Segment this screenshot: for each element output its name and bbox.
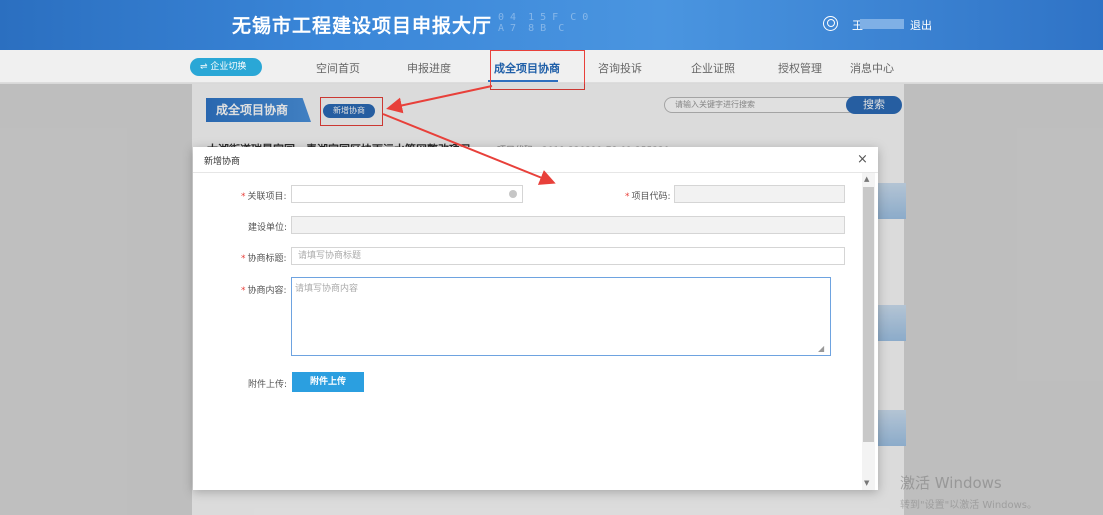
scrollbar-thumb[interactable] xyxy=(863,187,874,442)
nav-item-authorization[interactable]: 授权管理 xyxy=(778,60,822,76)
header-decoration: 0 4 1 5 F C 0 A 7 8 B C xyxy=(498,12,589,34)
content-textarea[interactable]: 请填写协商内容 xyxy=(291,277,831,356)
app-title: 无锡市工程建设项目申报大厅 xyxy=(232,15,493,37)
scroll-down-icon[interactable]: ▼ xyxy=(864,479,869,487)
close-icon[interactable]: × xyxy=(857,152,868,167)
nav-item-progress[interactable]: 申报进度 xyxy=(407,60,451,76)
dialog-header: 新增协商 × xyxy=(193,147,878,173)
activation-watermark-sub: 转到"设置"以激活 Windows。 xyxy=(900,500,1038,511)
build-unit-field xyxy=(291,216,845,234)
content-label: * 协商内容: xyxy=(241,286,287,296)
resize-handle-icon[interactable]: ◢ xyxy=(818,344,824,353)
project-code-label: * 项目代码: xyxy=(625,192,671,202)
related-project-label: * 关联项目: xyxy=(241,192,287,202)
title-label: * 协商标题: xyxy=(241,254,287,264)
logout-link[interactable]: 退出 xyxy=(910,17,932,33)
nav-item-messages[interactable]: 消息中心 xyxy=(850,60,894,76)
nav-item-licenses[interactable]: 企业证照 xyxy=(691,60,735,76)
nav-item-consult-complaint[interactable]: 咨询投诉 xyxy=(598,60,642,76)
dialog-title: 新增协商 xyxy=(204,157,241,167)
user-name-mask xyxy=(860,19,904,29)
upload-button[interactable]: 附件上传 xyxy=(292,372,364,392)
attachment-label: 附件上传: xyxy=(248,380,288,390)
activation-watermark: 激活 Windows xyxy=(900,474,1002,492)
user-icon[interactable] xyxy=(823,16,838,31)
related-project-select[interactable] xyxy=(291,185,523,203)
project-code-field xyxy=(674,185,845,203)
enterprise-switch-button[interactable]: ⇌ 企业切换 xyxy=(190,58,262,76)
clear-icon[interactable] xyxy=(509,190,517,198)
app-header: 无锡市工程建设项目申报大厅 0 4 1 5 F C 0 A 7 8 B C 王 … xyxy=(0,0,1103,50)
build-unit-label: 建设单位: xyxy=(248,223,288,233)
title-input[interactable]: 请填写协商标题 xyxy=(291,247,845,265)
nav-item-space-home[interactable]: 空间首页 xyxy=(316,60,360,76)
scroll-up-icon[interactable]: ▲ xyxy=(864,175,869,183)
new-negotiation-dialog: 新增协商 × * 关联项目: * 项目代码: 建设单位: * 协商标题: 请填写协商标… xyxy=(193,147,878,490)
